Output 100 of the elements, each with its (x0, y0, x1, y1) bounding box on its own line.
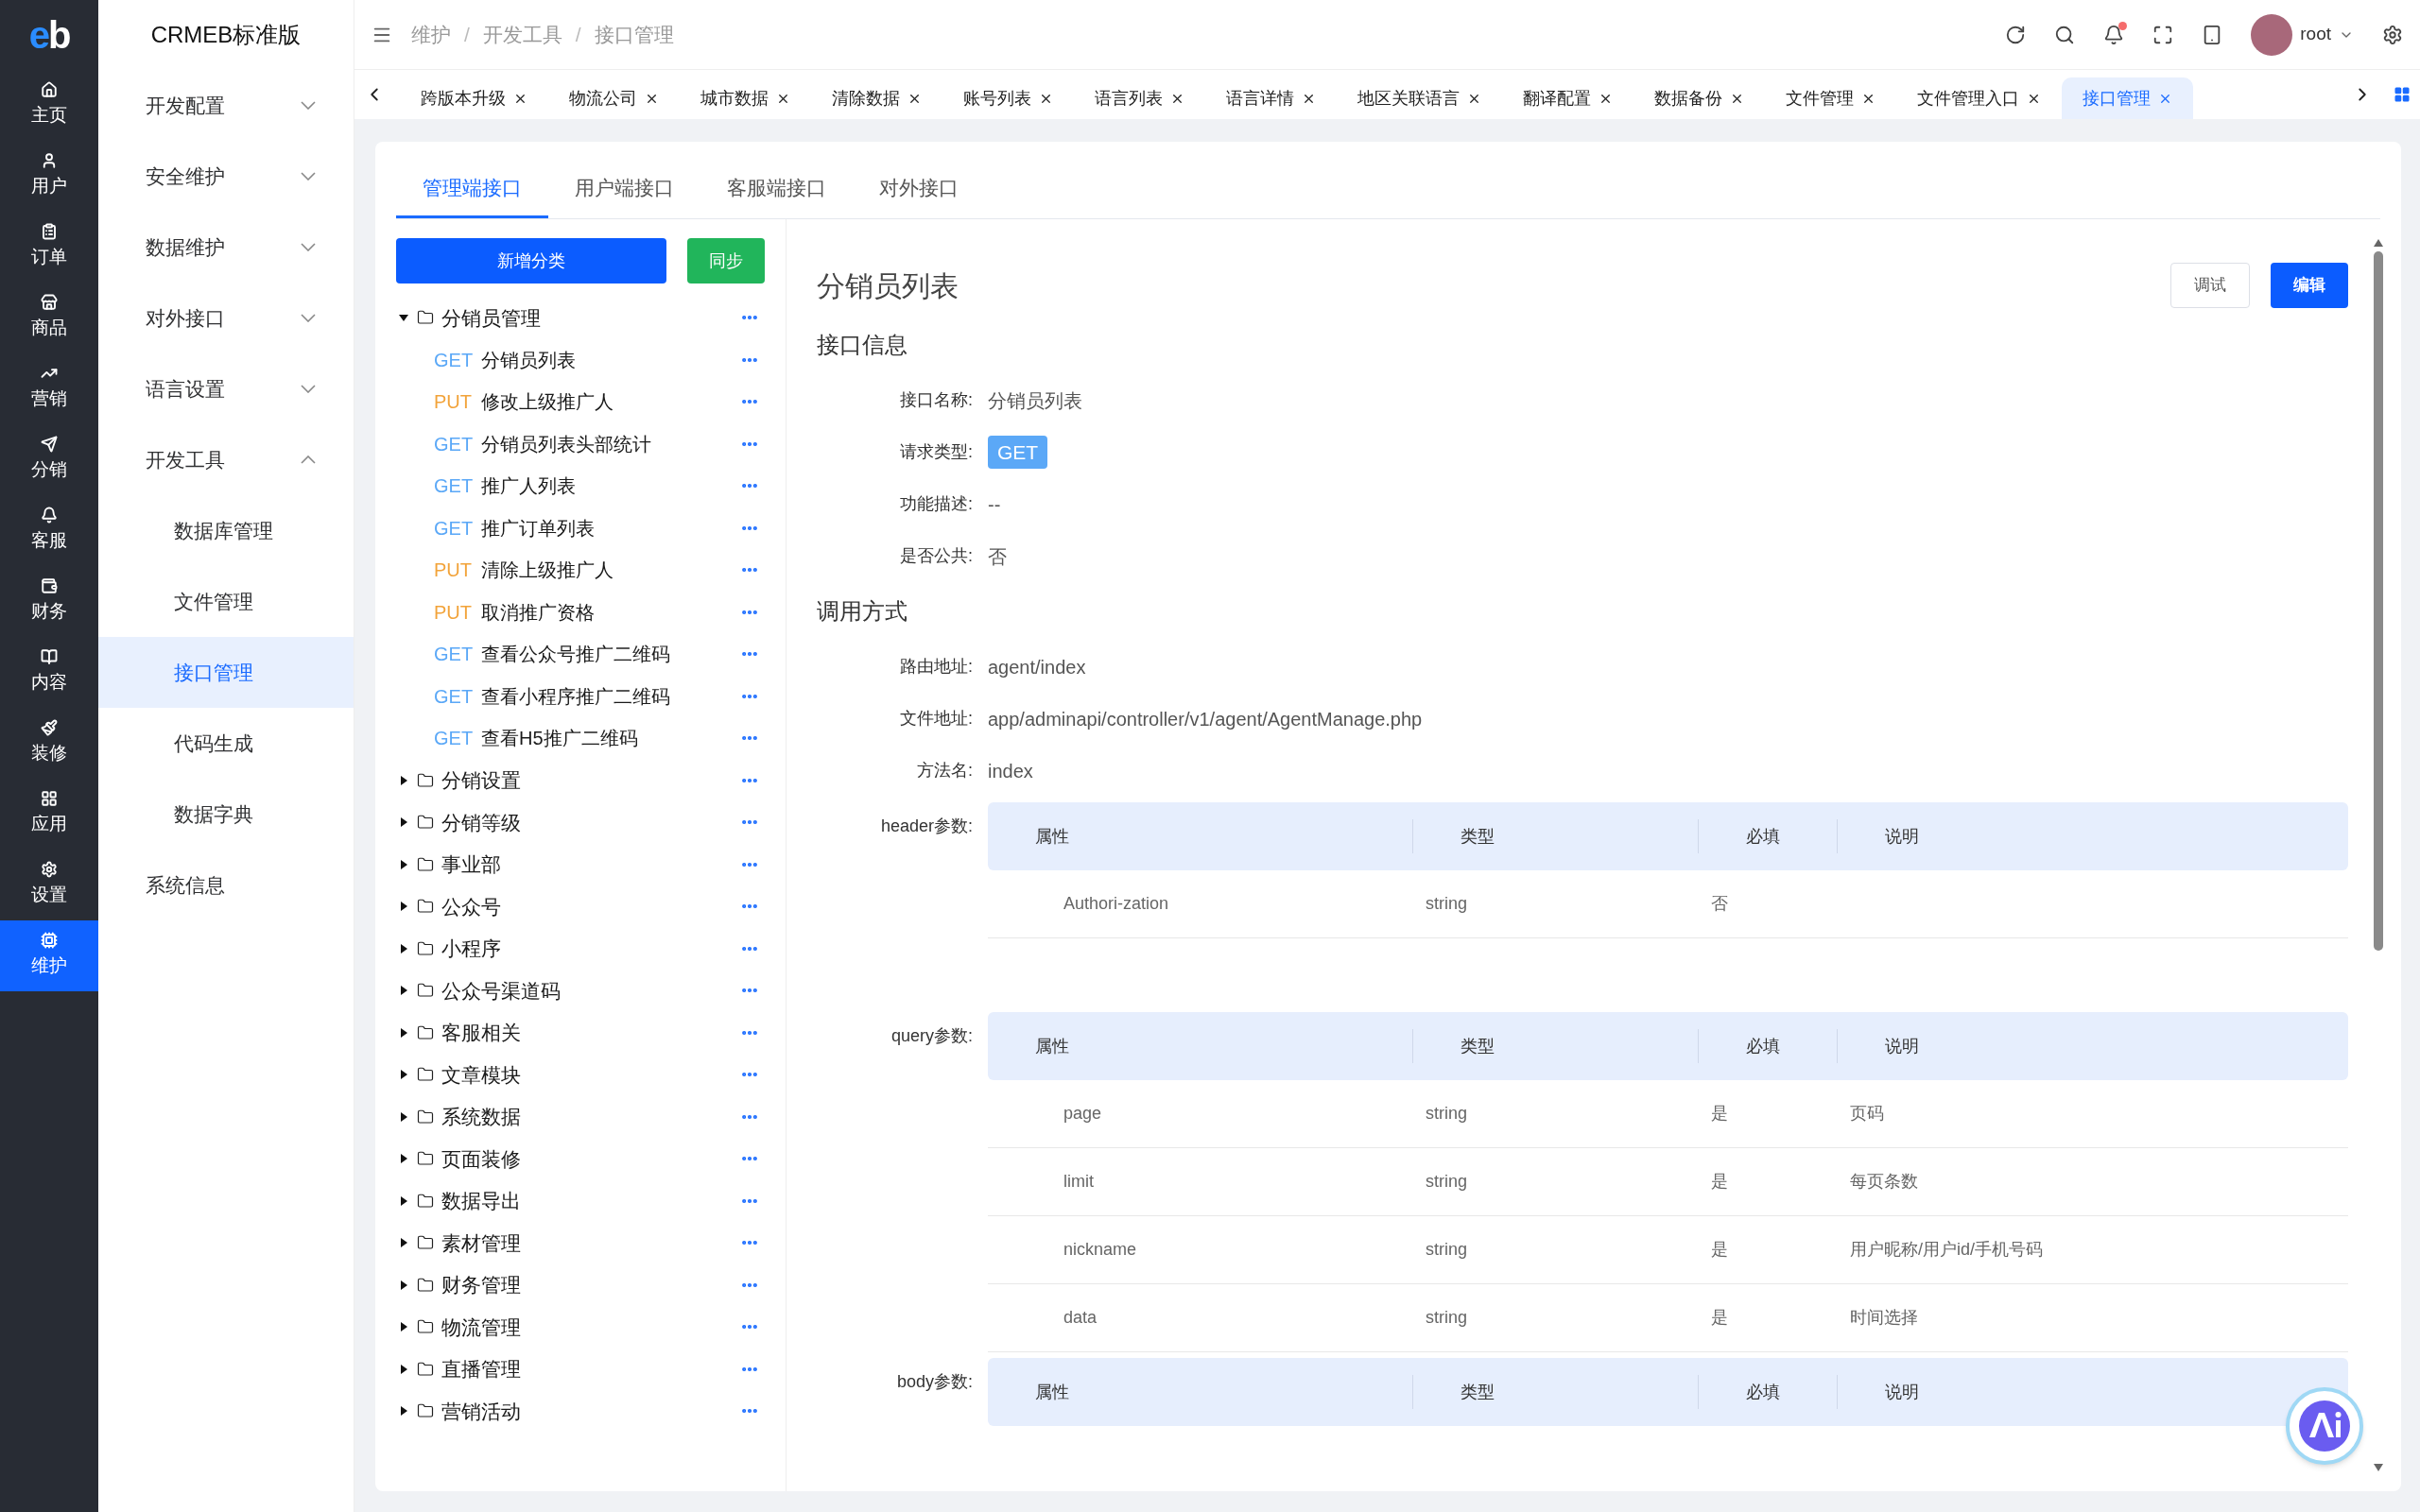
ai-assistant-button[interactable] (2286, 1387, 2363, 1465)
caret-icon[interactable] (398, 1321, 409, 1333)
tree-endpoint[interactable]: PUT 取消推广资格 (396, 591, 765, 633)
page-tab[interactable]: 接口管理 (2062, 77, 2193, 119)
edit-button[interactable]: 编辑 (2271, 263, 2348, 308)
menu-item[interactable]: 系统信息 (98, 850, 354, 920)
tree-folder[interactable]: 物流管理 (396, 1306, 765, 1349)
scrollbar[interactable] (2373, 238, 2384, 1472)
refresh-icon[interactable] (2005, 24, 2027, 45)
user-name[interactable]: root (2300, 21, 2331, 48)
api-tab[interactable]: 管理端接口 (396, 160, 548, 218)
page-tab[interactable]: 翻译配置 (1502, 77, 1634, 119)
page-tab[interactable]: 跨版本升级 (400, 77, 548, 119)
tree-endpoint[interactable]: GET 分销员列表 (396, 338, 765, 381)
api-tab[interactable]: 对外接口 (853, 160, 985, 218)
page-tab[interactable]: 清除数据 (811, 77, 942, 119)
caret-icon[interactable] (398, 1026, 409, 1039)
submenu-item[interactable]: 数据字典 (98, 779, 354, 850)
caret-icon[interactable] (398, 942, 409, 954)
tree-endpoint[interactable]: PUT 清除上级推广人 (396, 549, 765, 592)
menu-item[interactable]: 开发配置 (98, 70, 354, 141)
grid-icon[interactable] (2394, 86, 2411, 103)
nav-item[interactable]: 设置 (0, 850, 98, 920)
tree-folder[interactable]: 事业部 (396, 843, 765, 885)
tree-folder[interactable]: 页面装修 (396, 1138, 765, 1180)
submenu-item[interactable]: 接口管理 (98, 637, 354, 708)
caret-icon[interactable] (398, 816, 409, 829)
search-icon[interactable] (2054, 24, 2076, 45)
page-tab[interactable]: 语言列表 (1074, 77, 1205, 119)
tree-endpoint[interactable]: GET 推广人列表 (396, 465, 765, 507)
submenu-item[interactable]: 代码生成 (98, 708, 354, 779)
tree-folder[interactable]: 客服相关 (396, 1011, 765, 1054)
nav-item[interactable]: 营销 (0, 353, 98, 424)
caret-icon[interactable] (398, 901, 409, 913)
tree-folder[interactable]: 小程序 (396, 927, 765, 970)
page-tab[interactable]: 账号列表 (942, 77, 1074, 119)
submenu-item[interactable]: 文件管理 (98, 566, 354, 637)
nav-item[interactable]: 客服 (0, 495, 98, 566)
nav-item[interactable]: 内容 (0, 637, 98, 708)
nav-item[interactable]: 应用 (0, 779, 98, 850)
tree-folder[interactable]: 素材管理 (396, 1222, 765, 1264)
tree-folder[interactable]: 公众号渠道码 (396, 970, 765, 1012)
tree-endpoint[interactable]: GET 推广订单列表 (396, 507, 765, 549)
submenu-item[interactable]: 数据库管理 (98, 495, 354, 566)
debug-button[interactable]: 调试 (2170, 263, 2250, 308)
caret-icon[interactable] (398, 1405, 409, 1418)
scroll-up-arrow-icon[interactable] (2373, 238, 2384, 248)
page-tab[interactable]: 物流公司 (548, 77, 680, 119)
tree-folder[interactable]: 分销员管理 (396, 297, 765, 339)
page-tab[interactable]: 文件管理 (1765, 77, 1896, 119)
caret-icon[interactable] (398, 1237, 409, 1249)
tree-folder[interactable]: 营销活动 (396, 1390, 765, 1433)
caret-icon[interactable] (398, 858, 409, 870)
caret-icon[interactable] (398, 1363, 409, 1375)
fullscreen-icon[interactable] (2152, 24, 2174, 45)
scroll-down-arrow-icon[interactable] (2373, 1463, 2384, 1472)
nav-item[interactable]: 商品 (0, 283, 98, 353)
caret-icon[interactable] (398, 1279, 409, 1291)
tree-folder[interactable]: 文章模块 (396, 1054, 765, 1096)
tree-endpoint[interactable]: GET 查看H5推广二维码 (396, 717, 765, 760)
api-tab[interactable]: 用户端接口 (548, 160, 700, 218)
api-tab[interactable]: 客服端接口 (700, 160, 853, 218)
menu-item[interactable]: 语言设置 (98, 353, 354, 424)
tree-folder[interactable]: 公众号 (396, 885, 765, 928)
tree-folder[interactable]: 分销设置 (396, 759, 765, 801)
page-tab[interactable]: 数据备份 (1634, 77, 1765, 119)
caret-icon[interactable] (398, 1153, 409, 1165)
page-tab[interactable]: 城市数据 (680, 77, 811, 119)
notification-button[interactable] (2103, 24, 2125, 45)
nav-item[interactable]: 维护 (0, 920, 98, 991)
settings-icon[interactable] (2382, 24, 2403, 45)
tree-endpoint[interactable]: GET 查看小程序推广二维码 (396, 675, 765, 717)
tree-endpoint[interactable]: GET 查看公众号推广二维码 (396, 633, 765, 676)
nav-item[interactable]: 用户 (0, 141, 98, 212)
tree-folder[interactable]: 数据导出 (396, 1179, 765, 1222)
caret-icon[interactable] (398, 1069, 409, 1081)
nav-item[interactable]: 订单 (0, 212, 98, 283)
add-category-button[interactable]: 新增分类 (396, 238, 666, 284)
nav-item[interactable]: 分销 (0, 424, 98, 495)
page-tab[interactable]: 文件管理入口 (1896, 77, 2062, 119)
caret-icon[interactable] (398, 774, 409, 786)
nav-item[interactable]: 主页 (0, 70, 98, 141)
menu-item[interactable]: 安全维护 (98, 141, 354, 212)
nav-item[interactable]: 装修 (0, 708, 98, 779)
page-tab[interactable]: 语言详情 (1205, 77, 1337, 119)
tree-folder[interactable]: 财务管理 (396, 1263, 765, 1306)
menu-item[interactable]: 开发工具 (98, 424, 354, 495)
tree-endpoint[interactable]: GET 分销员列表头部统计 (396, 422, 765, 465)
caret-icon[interactable] (398, 985, 409, 997)
caret-icon[interactable] (398, 1194, 409, 1207)
menu-item[interactable]: 数据维护 (98, 212, 354, 283)
tree-folder[interactable]: 直播管理 (396, 1348, 765, 1390)
tree-folder[interactable]: 分销等级 (396, 801, 765, 844)
page-tab[interactable]: 地区关联语言 (1337, 77, 1502, 119)
tree-folder[interactable]: 系统数据 (396, 1095, 765, 1138)
caret-icon[interactable] (398, 1110, 409, 1123)
table-header-cell-text: 类型 (1461, 825, 1495, 848)
nav-item[interactable]: 财务 (0, 566, 98, 637)
tree-endpoint[interactable]: PUT 修改上级推广人 (396, 381, 765, 423)
menu-item[interactable]: 对外接口 (98, 283, 354, 353)
